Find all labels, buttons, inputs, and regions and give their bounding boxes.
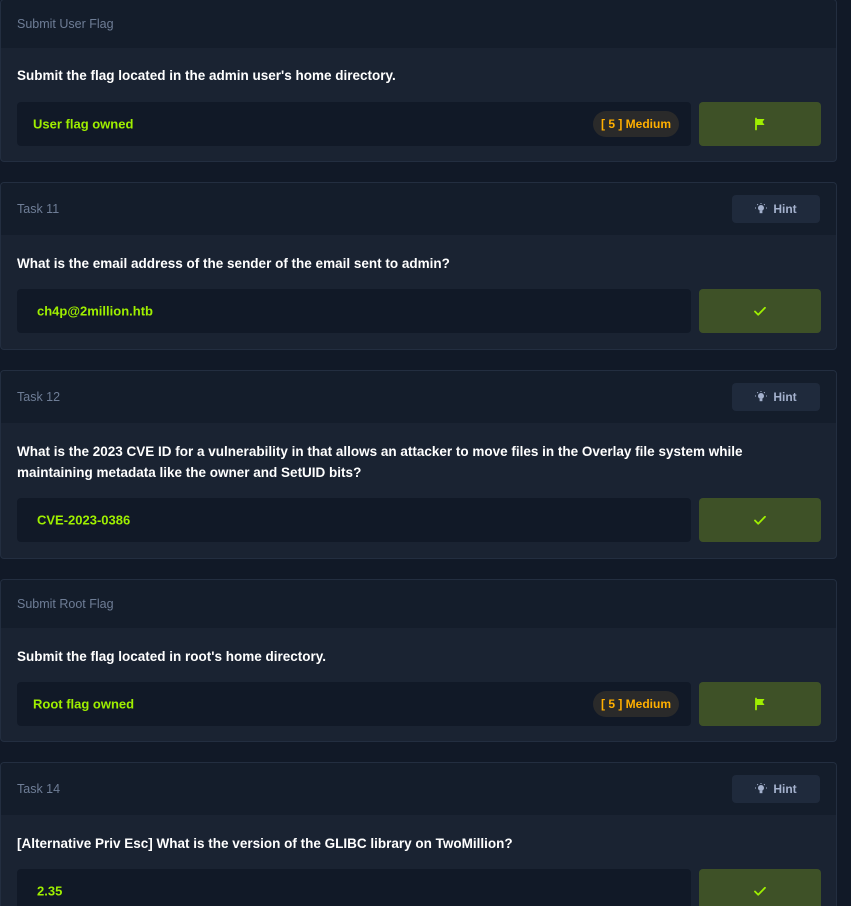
difficulty-badge: [ 5 ] Medium — [592, 111, 679, 137]
card-title: Submit User Flag — [17, 17, 114, 31]
task-14-card: Task 14 Hint [Alternative Priv Esc] What… — [0, 762, 837, 906]
answer-value: User flag owned — [33, 116, 134, 132]
card-header: Submit Root Flag — [1, 580, 836, 628]
lightbulb-icon — [755, 203, 768, 214]
user-flag-card: Submit User Flag Submit the flag located… — [0, 0, 837, 162]
submit-flag-button[interactable] — [699, 682, 821, 726]
answer-value: ch4p@2million.htb — [37, 303, 153, 319]
question-text: Submit the flag located in root's home d… — [17, 649, 326, 664]
submit-answer-button[interactable] — [699, 869, 821, 906]
task-11-card: Task 11 Hint What is the email address o… — [0, 182, 837, 350]
card-header: Task 14 Hint — [1, 763, 836, 815]
answer-field[interactable]: Root flag owned [ 5 ] Medium — [17, 682, 691, 726]
lightbulb-icon — [755, 391, 768, 402]
hint-button[interactable]: Hint — [732, 195, 820, 223]
card-title: Task 11 — [17, 202, 60, 216]
question-text: What is the email address of the sender … — [17, 256, 450, 271]
card-header: Submit User Flag — [1, 0, 836, 48]
answer-value: 2.35 — [37, 883, 63, 899]
question-text: What is the 2023 CVE ID for a vulnerabil… — [17, 444, 743, 480]
check-icon — [754, 886, 766, 896]
hint-label: Hint — [773, 202, 797, 216]
submit-answer-button[interactable] — [699, 498, 821, 542]
flag-icon — [755, 697, 765, 711]
check-icon — [754, 515, 766, 525]
answer-value: CVE-2023-0386 — [37, 512, 131, 528]
task-12-card: Task 12 Hint What is the 2023 CVE ID for… — [0, 370, 837, 559]
flag-icon — [755, 117, 765, 131]
answer-field[interactable]: ch4p@2million.htb — [17, 289, 691, 333]
hint-button[interactable]: Hint — [732, 775, 820, 803]
card-header: Task 11 Hint — [1, 183, 836, 235]
submit-flag-button[interactable] — [699, 102, 821, 146]
answer-value: Root flag owned — [33, 696, 135, 712]
answer-field[interactable]: CVE-2023-0386 — [17, 498, 691, 542]
card-header: Task 12 Hint — [1, 371, 836, 423]
hint-label: Hint — [773, 390, 797, 404]
card-title: Task 12 — [17, 390, 61, 404]
answer-field[interactable]: User flag owned [ 5 ] Medium — [17, 102, 691, 146]
card-title: Task 14 — [17, 782, 61, 796]
question-text: [Alternative Priv Esc] What is the versi… — [17, 836, 513, 851]
check-icon — [754, 306, 766, 316]
difficulty-badge: [ 5 ] Medium — [592, 691, 679, 717]
lightbulb-icon — [755, 783, 768, 794]
hint-button[interactable]: Hint — [732, 383, 820, 411]
submit-answer-button[interactable] — [699, 289, 821, 333]
root-flag-card: Submit Root Flag Submit the flag located… — [0, 579, 837, 742]
question-text: Submit the flag located in the admin use… — [17, 68, 396, 83]
answer-field[interactable]: 2.35 — [17, 869, 691, 906]
card-title: Submit Root Flag — [17, 597, 114, 611]
hint-label: Hint — [773, 782, 797, 796]
